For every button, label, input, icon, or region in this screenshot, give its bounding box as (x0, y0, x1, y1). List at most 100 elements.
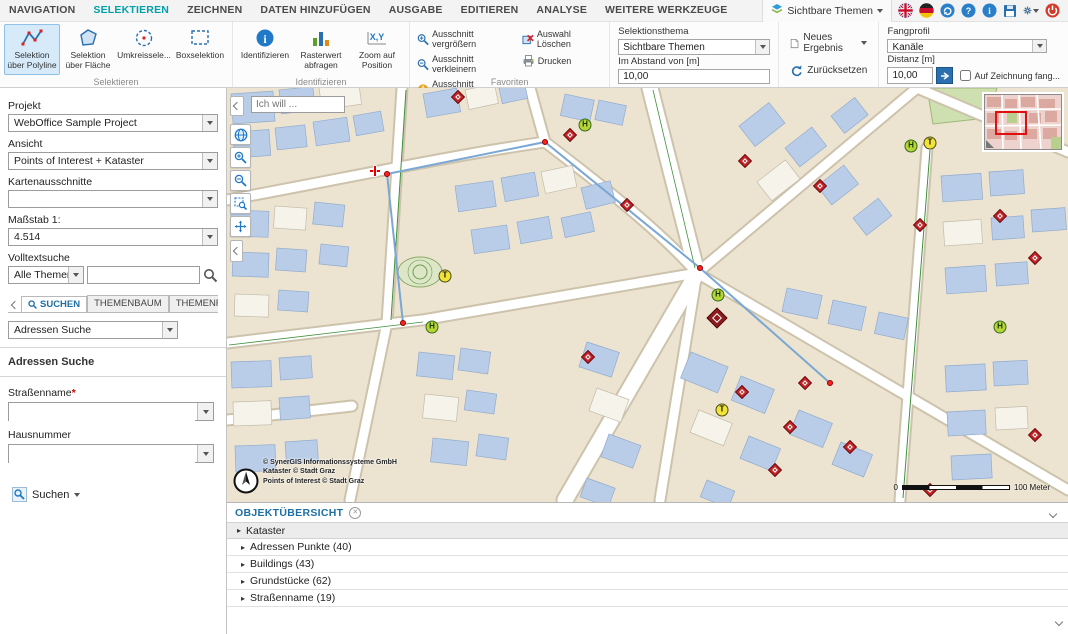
tab-ausgabe[interactable]: AUSGABE (380, 0, 452, 21)
tram-stop-marker[interactable]: T (924, 137, 937, 150)
overview-extent-rectangle[interactable] (995, 111, 1027, 135)
poi-marker[interactable] (993, 209, 1007, 223)
tab-analyse[interactable]: ANALYSE (527, 0, 596, 21)
tab-selektieren[interactable]: SELEKTIEREN (84, 0, 178, 21)
bus-stop-marker[interactable]: H (994, 321, 1007, 334)
project-select[interactable]: WebOffice Sample Project (8, 114, 218, 132)
tab-weitere-werkzeuge[interactable]: WEITERE WERKZEUGE (596, 0, 736, 21)
settings-gear-icon[interactable] (1023, 3, 1039, 19)
help-icon[interactable]: ? (960, 3, 976, 19)
poi-marker[interactable] (843, 440, 857, 454)
print-button[interactable]: Drucken (519, 53, 605, 68)
refresh-session-icon[interactable] (939, 3, 955, 19)
snap-distance-input[interactable] (887, 67, 933, 84)
select-by-box-button[interactable]: Boxselektion (172, 24, 228, 75)
tab-themenbaum[interactable]: THEMENBAUM (87, 295, 169, 312)
poi-marker[interactable] (798, 376, 812, 390)
object-item-buildings[interactable]: ▸ Buildings (43) (227, 556, 1068, 573)
tab-navigation[interactable]: NAVIGATION (0, 0, 84, 21)
housenumber-combobox[interactable] (8, 444, 214, 463)
poi-marker[interactable] (913, 218, 927, 232)
polyline-vertex-marker[interactable] (542, 139, 548, 145)
polyline-vertex-marker[interactable] (384, 171, 390, 177)
overview-map[interactable] (984, 94, 1062, 150)
object-item-grundstuecke[interactable]: ▸ Grundstücke (62) (227, 573, 1068, 590)
i-will-search-input[interactable] (251, 96, 345, 113)
poi-marker[interactable] (581, 350, 595, 364)
poi-marker[interactable] (620, 198, 634, 212)
poi-marker[interactable] (783, 420, 797, 434)
selection-theme-select[interactable]: Sichtbare Themen (618, 39, 770, 55)
select-by-polyline-button[interactable]: Selektion über Polyline (4, 24, 60, 75)
select-by-radius-button[interactable]: Umkreissele... (116, 24, 172, 75)
fulltext-search-input[interactable] (87, 266, 200, 284)
zoom-in-extent-button[interactable]: Ausschnitt vergrößern (414, 28, 517, 50)
fulltext-search-button[interactable] (203, 268, 218, 283)
apply-distance-button[interactable] (936, 67, 953, 84)
fulltext-theme-select[interactable]: Alle Themen (8, 266, 84, 284)
select-by-area-button[interactable]: Selektion über Fläche (60, 24, 116, 75)
poi-marker[interactable] (813, 179, 827, 193)
zoom-window-button[interactable] (230, 193, 251, 214)
search-submit-button[interactable]: Suchen (8, 485, 84, 504)
previous-extent-button[interactable] (230, 96, 244, 116)
map-extents-select[interactable] (8, 190, 218, 208)
tram-stop-marker[interactable]: T (716, 404, 729, 417)
object-item-strassenname[interactable]: ▸ Straßenname (19) (227, 590, 1068, 607)
object-group-kataster[interactable]: ▸ Kataster (227, 522, 1068, 539)
pan-button[interactable] (230, 216, 251, 237)
scale-select[interactable]: 4.514 (8, 228, 218, 246)
tab-themenfilter[interactable]: THEMENFILTER (169, 295, 218, 312)
tab-daten-hinzufuegen[interactable]: DATEN HINZUFÜGEN (251, 0, 379, 21)
object-item-adressen-punkte[interactable]: ▸ Adressen Punkte (40) (227, 539, 1068, 556)
close-icon[interactable]: ✕ (349, 507, 361, 519)
poi-marker[interactable] (451, 90, 465, 104)
language-flag-uk-icon[interactable] (897, 3, 913, 19)
bus-stop-marker[interactable]: H (426, 321, 439, 334)
logout-power-icon[interactable] (1044, 3, 1060, 19)
polyline-vertex-marker[interactable] (827, 380, 833, 386)
overview-resize-handle[interactable] (986, 140, 994, 148)
zoom-in-button[interactable] (230, 147, 251, 168)
poi-marker-large[interactable] (706, 307, 727, 328)
poi-marker[interactable] (768, 463, 782, 477)
tram-stop-marker[interactable]: T (439, 270, 452, 283)
zoom-out-extent-button[interactable]: Ausschnitt verkleinern (414, 53, 517, 75)
globe-overview-button[interactable] (230, 124, 251, 145)
save-session-icon[interactable] (1002, 3, 1018, 19)
panel-collapse-icon[interactable] (1044, 501, 1062, 525)
bus-stop-marker[interactable]: H (579, 119, 592, 132)
tab-zeichnen[interactable]: ZEICHNEN (178, 0, 251, 21)
polyline-vertex-marker[interactable] (697, 265, 703, 271)
poi-marker[interactable] (738, 154, 752, 168)
panel-scroll-down-icon[interactable] (1056, 612, 1062, 630)
identify-button[interactable]: i Identifizieren (237, 24, 293, 75)
poi-marker[interactable] (735, 385, 749, 399)
tab-editieren[interactable]: EDITIEREN (452, 0, 528, 21)
snap-profile-select[interactable]: Kanäle (887, 39, 1047, 53)
clear-selection-button[interactable]: Auswahl Löschen (519, 28, 605, 50)
polyline-vertex-marker[interactable] (400, 320, 406, 326)
streetname-combobox[interactable] (8, 402, 214, 421)
collapse-sidebar-button[interactable] (230, 240, 243, 262)
selection-distance-input[interactable] (618, 69, 770, 85)
view-select[interactable]: Points of Interest + Kataster (8, 152, 218, 170)
raster-value-button[interactable]: Rasterwert abfragen (293, 24, 349, 75)
streetname-input[interactable] (9, 405, 195, 422)
snap-on-drawing-checkbox[interactable] (960, 70, 971, 81)
tab-suchen[interactable]: SUCHEN (21, 296, 87, 313)
new-result-button[interactable]: Neues Ergebnis (787, 30, 870, 56)
tab-scroll-left-icon[interactable] (8, 297, 21, 312)
zoom-out-button[interactable] (230, 170, 251, 191)
search-type-select[interactable]: Adressen Suche (8, 321, 178, 339)
zoom-to-position-button[interactable]: X,Y Zoom auf Position (349, 24, 405, 75)
poi-marker[interactable] (563, 128, 577, 142)
housenumber-input[interactable] (9, 447, 195, 464)
visible-themes-dropdown[interactable]: Sichtbare Themen (762, 0, 892, 22)
map-canvas[interactable]: TTTHHHHHH (227, 88, 1068, 502)
bus-stop-marker[interactable]: H (905, 140, 918, 153)
reset-button[interactable]: Zurücksetzen (787, 62, 870, 79)
info-icon[interactable]: i (981, 3, 997, 19)
poi-marker[interactable] (1028, 428, 1042, 442)
language-flag-de-icon[interactable] (918, 3, 934, 19)
